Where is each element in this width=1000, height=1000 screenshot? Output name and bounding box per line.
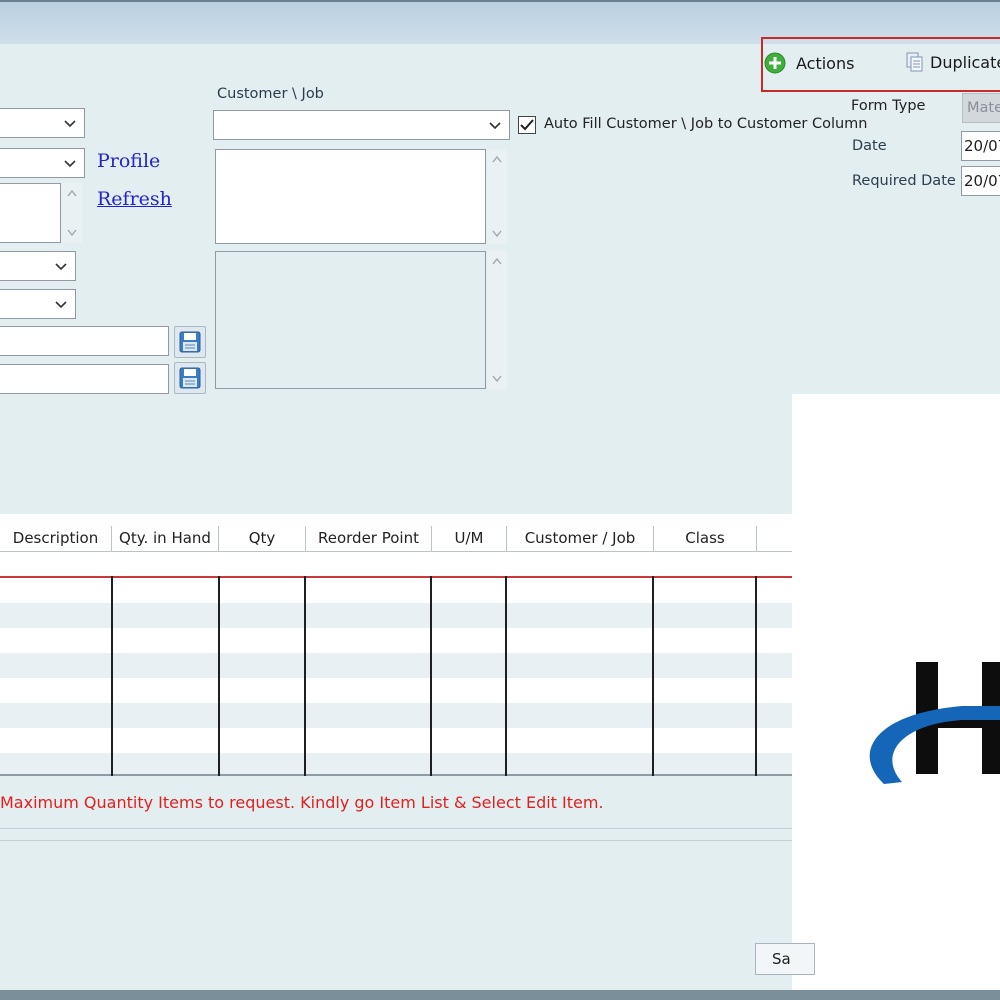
table-row[interactable] (0, 603, 792, 628)
grid-header: Description Qty. in Hand Qty Reorder Poi… (0, 526, 792, 552)
col-qty-in-hand[interactable]: Qty. in Hand (112, 526, 219, 552)
actions-button[interactable]: Actions (764, 52, 854, 74)
required-date-label: Required Date (852, 173, 956, 189)
col-um[interactable]: U/M (432, 526, 507, 552)
floppy-save-icon (179, 367, 201, 389)
col-class[interactable]: Class (654, 526, 757, 552)
duplicate-icon (906, 52, 923, 72)
required-date-field[interactable]: 20/07 (961, 166, 1000, 196)
chevron-down-icon (489, 122, 501, 130)
duplicate-button[interactable]: Duplicate (906, 52, 1000, 72)
actions-label: Actions (796, 53, 855, 73)
max-quantity-warning: Maximum Quantity Items to request. Kindl… (0, 793, 604, 812)
col-qty[interactable]: Qty (219, 526, 306, 552)
save-field-button-1[interactable] (174, 326, 206, 358)
logo-panel (792, 394, 1000, 990)
separator (0, 828, 792, 829)
left-textarea[interactable] (0, 183, 61, 243)
grid-divider (505, 576, 507, 776)
grid-divider (430, 576, 432, 776)
col-extra[interactable] (757, 526, 792, 552)
auto-fill-checkbox[interactable] (518, 116, 536, 134)
table-row[interactable] (0, 703, 792, 728)
floppy-save-icon (179, 331, 201, 353)
date-label: Date (852, 138, 887, 154)
chevron-down-icon (55, 301, 67, 309)
date-field[interactable]: 20/07 (961, 131, 1000, 161)
table-row[interactable] (0, 653, 792, 678)
form-type-field[interactable]: Mate (962, 93, 1000, 123)
scroll-up-icon (492, 155, 502, 163)
customer-job-label: Customer \ Job (217, 86, 324, 102)
col-reorder-point[interactable]: Reorder Point (306, 526, 432, 552)
duplicate-label: Duplicate (930, 52, 1000, 72)
col-description[interactable]: Description (0, 526, 112, 552)
scroll-up-icon (492, 257, 502, 265)
table-row[interactable] (0, 628, 792, 653)
grid-divider (652, 576, 654, 776)
auto-fill-label: Auto Fill Customer \ Job to Customer Col… (544, 116, 868, 132)
company-logo (869, 662, 1000, 784)
chevron-down-icon (64, 160, 76, 168)
grid-divider (218, 576, 220, 776)
table-row[interactable] (0, 753, 792, 774)
grid-divider (111, 576, 113, 776)
col-customer-job[interactable]: Customer / Job (507, 526, 654, 552)
scroll-up-icon (67, 189, 77, 197)
table-row[interactable] (0, 578, 792, 603)
window-bottom-border (0, 990, 1000, 1000)
items-grid: Description Qty. in Hand Qty Reorder Poi… (0, 514, 792, 776)
table-row[interactable] (0, 728, 792, 753)
memo-scrollbar-1[interactable] (487, 149, 507, 244)
customer-job-combo[interactable] (213, 110, 510, 140)
scroll-down-icon (492, 230, 502, 238)
grid-divider (755, 576, 757, 776)
form-type-label: Form Type (851, 98, 926, 114)
save-field-button-2[interactable] (174, 362, 206, 394)
grid-divider (304, 576, 306, 776)
left-combo-4[interactable] (0, 289, 76, 319)
left-text-input-2[interactable] (0, 364, 169, 394)
scroll-down-icon (492, 375, 502, 383)
memo-textarea-1[interactable] (215, 149, 486, 244)
checkmark-icon (520, 119, 534, 131)
table-row[interactable] (0, 678, 792, 703)
save-button[interactable]: Sa (755, 943, 815, 975)
chevron-down-icon (64, 120, 76, 128)
left-text-input-1[interactable] (0, 326, 169, 356)
profile-link[interactable]: Profile (97, 150, 160, 172)
separator (0, 840, 792, 841)
refresh-link[interactable]: Refresh (97, 188, 172, 210)
left-combo-3[interactable] (0, 251, 76, 281)
scroll-down-icon (67, 229, 77, 237)
left-combo-2[interactable] (0, 148, 85, 178)
memo-scrollbar-2[interactable] (487, 251, 507, 389)
left-combo-1[interactable] (0, 108, 85, 138)
chevron-down-icon (55, 263, 67, 271)
add-circle-icon (764, 52, 786, 74)
left-textarea-scrollbar[interactable] (62, 183, 82, 243)
memo-textarea-2[interactable] (215, 251, 486, 389)
